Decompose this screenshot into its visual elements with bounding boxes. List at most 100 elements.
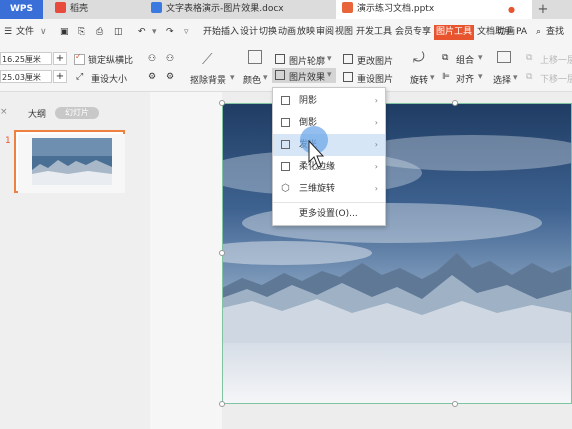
menu-bar: ☰ 文件 ∨ ▣ ⎘ ⎙ ◫ ↶ ▾ ↷ ▿ 开始 插入 设计 切换 动画 放映… bbox=[0, 19, 572, 47]
save-icon[interactable]: ▣ bbox=[60, 19, 69, 46]
effects-dropdown-icon: ▾ bbox=[327, 70, 332, 80]
menu-design[interactable]: 设计 bbox=[240, 19, 258, 46]
menu-pa[interactable]: PA bbox=[516, 19, 527, 46]
rotate-dropdown-icon[interactable]: ▾ bbox=[430, 73, 435, 83]
width-increase-button[interactable]: + bbox=[53, 70, 67, 83]
tab-pptx-label: 演示练习文档.pptx bbox=[357, 4, 435, 14]
more-settings-item[interactable]: 更多设置(O)... bbox=[273, 203, 385, 225]
align-dropdown-icon[interactable]: ▾ bbox=[478, 72, 483, 82]
reflection-icon bbox=[281, 118, 290, 127]
menu-member[interactable]: 会员专享 bbox=[395, 19, 431, 46]
wps-home-button[interactable]: WPS bbox=[0, 0, 43, 19]
resize-handle-bottom-left[interactable] bbox=[219, 401, 225, 407]
options-icon[interactable]: ⚙ bbox=[166, 72, 174, 82]
reset-picture-icon[interactable] bbox=[343, 72, 353, 82]
group-button[interactable]: 组合 bbox=[456, 53, 474, 66]
hamburger-icon[interactable]: ☰ bbox=[4, 19, 12, 46]
height-increase-button[interactable]: + bbox=[53, 52, 67, 65]
chevron-right-icon: › bbox=[374, 162, 378, 171]
menu-slideshow[interactable]: 放映 bbox=[297, 19, 315, 46]
color-picture-icon[interactable] bbox=[248, 50, 262, 64]
compress-icon[interactable]: ⚇ bbox=[148, 54, 156, 64]
slide-thumbnail[interactable] bbox=[14, 130, 125, 193]
color-button[interactable]: 颜色 bbox=[243, 73, 261, 86]
select-button[interactable]: 选择 bbox=[493, 73, 511, 86]
lock-ratio-checkbox[interactable]: ✓ bbox=[74, 52, 85, 65]
height-field[interactable]: 16.25厘米 bbox=[0, 52, 52, 65]
remove-background-dropdown-icon[interactable]: ▾ bbox=[230, 73, 235, 83]
export-icon[interactable]: ⎘ bbox=[78, 19, 85, 46]
menu-start[interactable]: 开始 bbox=[203, 19, 221, 46]
gear-icon[interactable]: ⚙ bbox=[148, 72, 156, 82]
color-dropdown-icon[interactable]: ▾ bbox=[263, 73, 268, 83]
change-picture-icon[interactable] bbox=[343, 54, 353, 64]
writer-doc-icon bbox=[151, 2, 162, 13]
width-field[interactable]: 25.03厘米 bbox=[0, 70, 52, 83]
select-dropdown-icon[interactable]: ▾ bbox=[513, 73, 518, 83]
slide-margin bbox=[150, 92, 222, 429]
remove-background-button[interactable]: 抠除背景 bbox=[190, 73, 226, 86]
align-button[interactable]: 对齐 bbox=[456, 72, 474, 85]
picture-outline-button[interactable]: 图片轮廓 bbox=[289, 54, 325, 67]
align-icon[interactable]: ⊫ bbox=[442, 72, 450, 82]
search-label[interactable]: 查找 bbox=[546, 19, 564, 46]
remove-background-icon[interactable]: ⟋ bbox=[202, 50, 213, 68]
resize-handle-bottom[interactable] bbox=[452, 401, 458, 407]
resize-handle-top-left[interactable] bbox=[219, 100, 225, 106]
slides-tab[interactable]: 幻灯片 bbox=[55, 107, 99, 119]
menu-transition[interactable]: 切换 bbox=[259, 19, 277, 46]
new-tab-button[interactable]: + bbox=[530, 0, 556, 19]
picture-effects-button[interactable]: 图片效果 ▾ bbox=[272, 68, 336, 83]
effect-soft-edges-item[interactable]: 柔化边缘 › bbox=[273, 156, 385, 178]
more-icon[interactable]: ▿ bbox=[184, 19, 189, 46]
chevron-right-icon: › bbox=[374, 184, 378, 193]
menu-animation[interactable]: 动画 bbox=[278, 19, 296, 46]
menu-picture-tools[interactable]: 图片工具 bbox=[434, 25, 475, 40]
menu-view[interactable]: 视图 bbox=[335, 19, 353, 46]
reset-size-icon[interactable]: ⤢ bbox=[76, 72, 83, 82]
picture-tools-ribbon: 16.25厘米 + 25.03厘米 + ✓ 锁定纵横比 ⤢ 重设大小 ⚇ ⚇ ⚙… bbox=[0, 46, 572, 92]
rotate-button[interactable]: 旋转 bbox=[410, 73, 428, 86]
reset-picture-button[interactable]: 重设图片 bbox=[357, 72, 393, 85]
effect-glow-item[interactable]: 发光 › bbox=[273, 134, 385, 156]
undo-icon[interactable]: ↶ bbox=[138, 19, 146, 46]
menu-animation-2[interactable]: 动画 bbox=[497, 19, 515, 46]
effect-reflection-item[interactable]: 倒影 › bbox=[273, 112, 385, 134]
effect-3d-rotation-label: 三维旋转 bbox=[299, 184, 336, 194]
change-picture-button[interactable]: 更改图片 bbox=[357, 54, 393, 67]
chevron-right-icon: › bbox=[374, 140, 378, 149]
collapse-panel-icon[interactable]: × bbox=[0, 107, 8, 117]
picture-outline-icon[interactable] bbox=[275, 54, 285, 64]
crop-shape-icon[interactable]: ⚇ bbox=[166, 54, 174, 64]
effect-3d-rotation-item[interactable]: ⬡ 三维旋转 › bbox=[273, 178, 385, 200]
file-menu[interactable]: 文件 bbox=[16, 19, 34, 46]
rotate-icon[interactable]: ⤾ bbox=[413, 50, 425, 66]
mouse-cursor-icon bbox=[308, 140, 324, 168]
tab-docx-label: 文字表格演示-图片效果.docx bbox=[166, 4, 284, 14]
resize-handle-top[interactable] bbox=[452, 100, 458, 106]
shadow-icon bbox=[281, 96, 290, 105]
preview-icon[interactable]: ◫ bbox=[114, 19, 123, 46]
outline-tab[interactable]: 大纲 bbox=[28, 107, 46, 120]
menu-insert[interactable]: 插入 bbox=[221, 19, 239, 46]
reset-size-button[interactable]: 重设大小 bbox=[91, 72, 127, 85]
outline-dropdown-icon[interactable]: ▾ bbox=[327, 54, 332, 64]
redo-icon[interactable]: ↷ bbox=[166, 19, 174, 46]
chevron-down-icon[interactable]: ∨ bbox=[40, 19, 47, 46]
picture-effects-label: 图片效果 bbox=[289, 73, 326, 83]
menu-developer[interactable]: 开发工具 bbox=[356, 19, 392, 46]
group-dropdown-icon[interactable]: ▾ bbox=[478, 53, 483, 63]
tab-bar: WPS 稻壳 文字表格演示-图片效果.docx 演示练习文档.pptx ● + bbox=[0, 0, 572, 19]
print-icon[interactable]: ⎙ bbox=[96, 19, 103, 46]
menu-review[interactable]: 审阅 bbox=[316, 19, 334, 46]
resize-handle-left[interactable] bbox=[219, 250, 225, 256]
tab-docx[interactable]: 文字表格演示-图片效果.docx bbox=[146, 0, 339, 19]
search-icon[interactable]: ⌕ bbox=[536, 19, 541, 46]
undo-dropdown-icon[interactable]: ▾ bbox=[152, 19, 157, 46]
group-icon[interactable]: ⧉ bbox=[442, 53, 448, 63]
tab-pptx[interactable]: 演示练习文档.pptx ● bbox=[336, 0, 532, 19]
select-icon[interactable] bbox=[497, 51, 511, 63]
tab-daoke[interactable]: 稻壳 bbox=[49, 0, 145, 19]
effect-shadow-item[interactable]: 阴影 › bbox=[273, 90, 385, 112]
send-backward-button: 下移一层 bbox=[540, 75, 572, 85]
